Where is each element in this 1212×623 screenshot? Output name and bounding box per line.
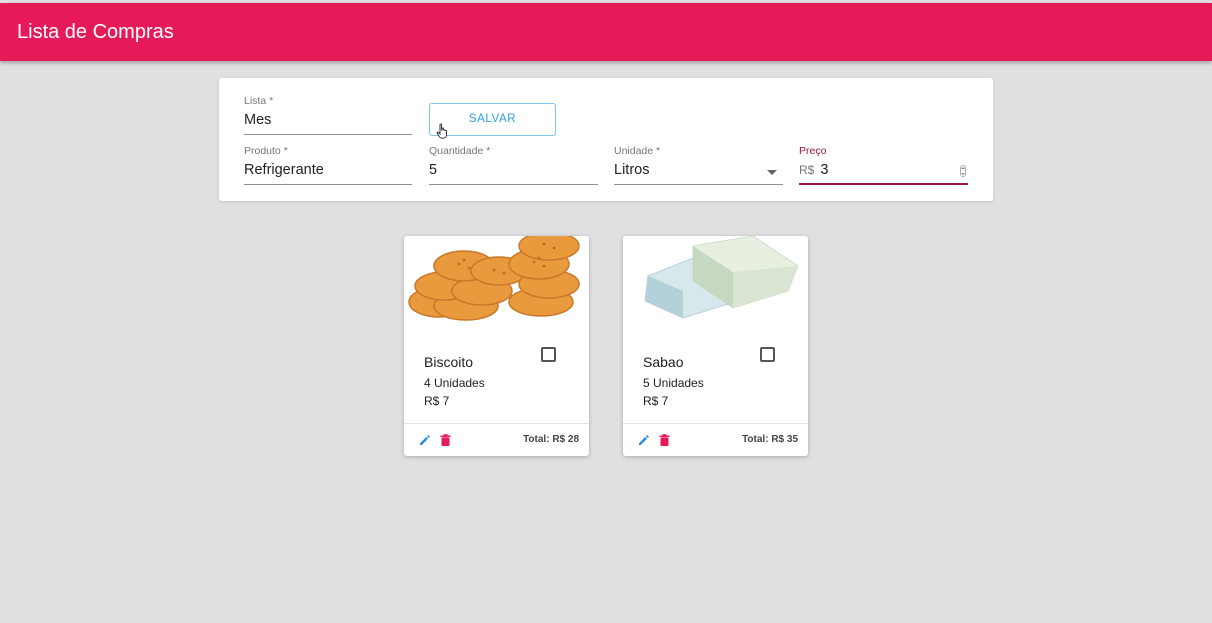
crackers-image [404, 236, 589, 326]
preco-value-wrap: R$ 3 [799, 162, 828, 178]
preco-label: Preço [799, 145, 827, 157]
lista-field[interactable]: Lista * Mes [244, 95, 412, 135]
card-divider [623, 423, 808, 424]
produto-field[interactable]: Produto * Refrigerante [244, 145, 412, 185]
produto-label: Produto * [244, 145, 288, 157]
item-card: Biscoito 4 Unidades R$ 7 Total: R$ 28 [404, 236, 589, 456]
item-form-card: Lista * Mes Produto * Refrigerante Quant… [219, 78, 993, 201]
item-price: R$ 7 [643, 394, 669, 408]
quantidade-field[interactable]: Quantidade * 5 [429, 145, 598, 185]
item-name: Biscoito [424, 354, 474, 370]
unidade-underline [614, 184, 783, 185]
quantidade-input[interactable]: 5 [429, 162, 437, 178]
lista-underline [244, 134, 412, 135]
delete-trash-icon[interactable] [440, 434, 451, 446]
edit-pencil-icon[interactable] [638, 434, 650, 446]
unidade-value[interactable]: Litros [614, 162, 649, 178]
item-total: Total: R$ 28 [523, 434, 579, 445]
preco-input[interactable]: 3 [820, 162, 828, 178]
preco-underline [799, 183, 968, 185]
preco-field[interactable]: Preço R$ 3 [799, 145, 968, 185]
card-divider [404, 423, 589, 424]
currency-prefix: R$ [799, 163, 815, 177]
soap-image [623, 236, 808, 326]
item-checkbox[interactable] [541, 347, 556, 362]
unidade-select[interactable]: Unidade * Litros [614, 145, 783, 185]
edit-pencil-icon[interactable] [419, 434, 431, 446]
lista-label: Lista * [244, 95, 274, 107]
app-bar: Lista de Compras [0, 3, 1212, 61]
lista-input[interactable]: Mes [244, 112, 271, 128]
produto-underline [244, 184, 412, 185]
unidade-label: Unidade * [614, 145, 661, 157]
dropdown-arrow-icon[interactable] [767, 170, 777, 175]
item-checkbox[interactable] [760, 347, 775, 362]
save-button[interactable]: SALVAR [429, 103, 556, 136]
item-quantity: 5 Unidades [643, 376, 704, 390]
item-price: R$ 7 [424, 394, 450, 408]
quantidade-underline [429, 184, 598, 185]
item-card: Sabao 5 Unidades R$ 7 Total: R$ 35 [623, 236, 808, 456]
quantidade-label: Quantidade * [429, 145, 491, 157]
produto-input[interactable]: Refrigerante [244, 162, 324, 178]
delete-trash-icon[interactable] [659, 434, 670, 446]
number-spinner-icon[interactable] [960, 165, 966, 177]
item-total: Total: R$ 35 [742, 434, 798, 445]
item-quantity: 4 Unidades [424, 376, 485, 390]
item-name: Sabao [643, 354, 684, 370]
app-title: Lista de Compras [17, 21, 174, 43]
